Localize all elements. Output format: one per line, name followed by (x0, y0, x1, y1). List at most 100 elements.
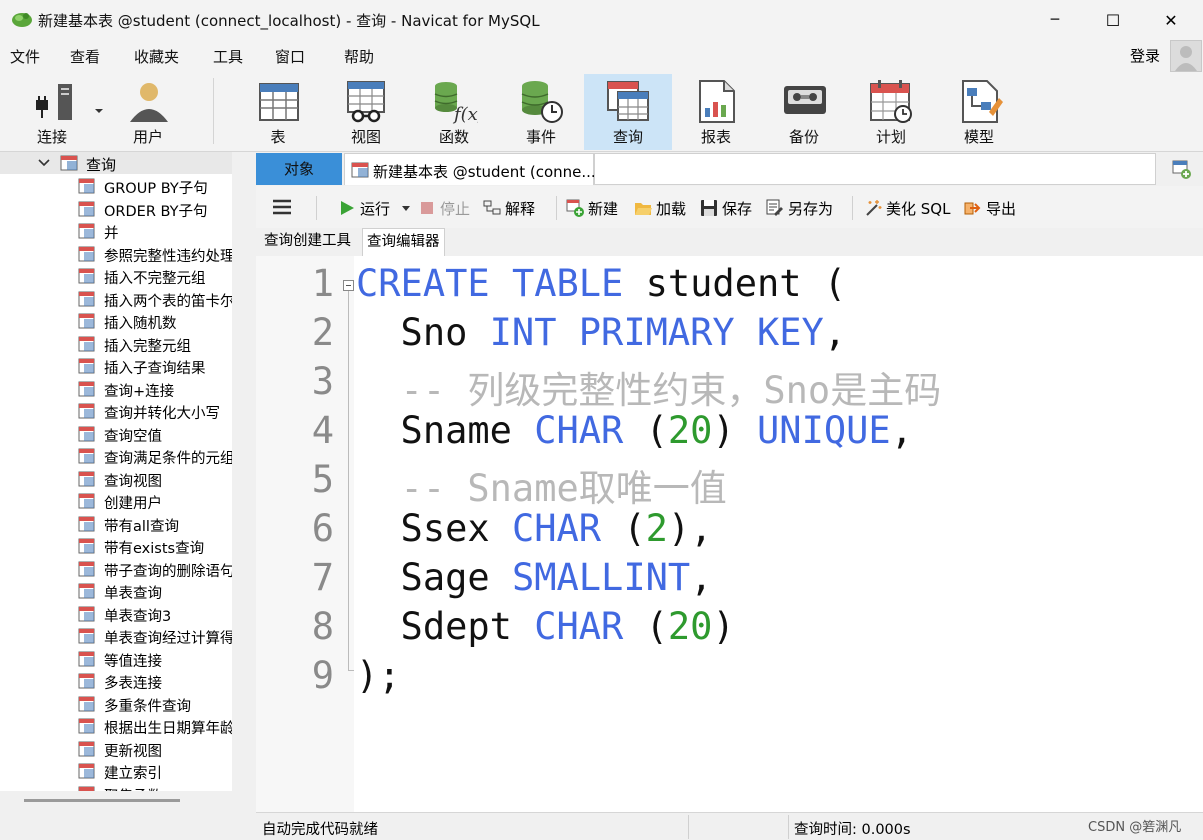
tree-item-query[interactable]: 单表查询 (78, 580, 232, 602)
tree-item-query[interactable]: 建立索引 (78, 760, 232, 782)
stop-button[interactable]: 停止 (418, 198, 478, 218)
tool-function[interactable]: f(x) 函数 (410, 74, 498, 150)
menu-favorites[interactable]: 收藏夹 (134, 46, 179, 67)
maximize-button[interactable]: ☐ (1084, 0, 1142, 40)
tool-user[interactable]: 用户 (104, 74, 192, 150)
chevron-down-icon[interactable] (402, 206, 410, 211)
tree-item-query[interactable]: 参照完整性违约处理 (78, 243, 232, 265)
code-line[interactable]: 7 Sage SMALLINT, (256, 556, 1203, 605)
event-icon (521, 81, 563, 123)
subtab-query-builder[interactable]: 查询创建工具 (260, 228, 355, 256)
query-icon (78, 606, 95, 621)
tree-item-query[interactable]: 查询并转化大小写 (78, 400, 232, 422)
tree-item-query[interactable]: 带有exists查询 (78, 535, 232, 557)
close-button[interactable]: ✕ (1142, 0, 1200, 40)
tool-label: 连接 (36, 128, 67, 146)
tree-item-query[interactable]: 等值连接 (78, 648, 232, 670)
menu-help[interactable]: 帮助 (344, 46, 374, 67)
menu-view[interactable]: 查看 (70, 46, 100, 67)
tool-backup[interactable]: 备份 (760, 74, 848, 150)
tree-item-query[interactable]: 单表查询经过计算得 (78, 625, 232, 647)
backup-icon (784, 86, 826, 114)
tree-item-query[interactable]: ORDER BY子句 (78, 198, 232, 220)
query-icon (78, 313, 95, 329)
tree-item-query[interactable]: GROUP BY子句 (78, 175, 232, 197)
tree-item-query[interactable]: 插入子查询结果 (78, 355, 232, 377)
query-icon (78, 223, 95, 239)
tab-objects[interactable]: 对象 (256, 153, 342, 185)
subtab-query-editor[interactable]: 查询编辑器 (362, 228, 445, 256)
tool-table[interactable]: 表 (234, 74, 322, 150)
save-as-label: 另存为 (788, 200, 834, 218)
tree-item-query[interactable]: 创建用户 (78, 490, 232, 512)
export-button[interactable]: 导出 (964, 198, 1028, 218)
tree-item-query[interactable]: 查询空值 (78, 423, 232, 445)
query-icon (78, 358, 95, 374)
tree-item-query[interactable]: 单表查询3 (78, 603, 232, 625)
sql-editor[interactable]: 1 CREATE TABLE student (2 Sno INT PRIMARY… (256, 256, 1203, 812)
menu-icon[interactable] (272, 199, 292, 215)
code-token: Ssex (356, 507, 512, 550)
explain-button[interactable]: 解释 (483, 198, 547, 218)
tree-item-query[interactable]: 聚集函数 (78, 783, 232, 791)
tool-model[interactable]: 模型 (935, 74, 1023, 150)
run-button[interactable]: 运行 (338, 198, 418, 218)
tree-item-query[interactable]: 插入两个表的笛卡尔积 (78, 288, 232, 310)
tree-item-query[interactable]: 查询+连接 (78, 378, 232, 400)
tab-query-document[interactable]: 新建基本表 @student (conne... (344, 153, 596, 185)
tool-schedule[interactable]: 计划 (847, 74, 935, 150)
menu-tools[interactable]: 工具 (213, 46, 243, 67)
tree-item-label: 参照完整性违约处理 (104, 248, 232, 265)
menu-window[interactable]: 窗口 (275, 46, 305, 67)
code-line[interactable]: 4 Sname CHAR (20) UNIQUE, (256, 409, 1203, 458)
tree-item-query[interactable]: 查询视图 (78, 468, 232, 490)
save-as-button[interactable]: 另存为 (766, 198, 846, 218)
tree-node-query-root[interactable]: 查询 (0, 152, 232, 174)
new-query-button[interactable]: 新建 (566, 198, 626, 218)
tree-item-query[interactable]: 插入不完整元组 (78, 265, 232, 287)
tree-item-query[interactable]: 带子查询的删除语句 (78, 558, 232, 580)
code-line[interactable]: 6 Ssex CHAR (2), (256, 507, 1203, 556)
new-tab-icon[interactable] (1170, 158, 1192, 180)
tree-item-label: 更新视图 (104, 743, 162, 760)
menu-file[interactable]: 文件 (10, 46, 40, 67)
code-line[interactable]: 1 CREATE TABLE student ( (256, 262, 1203, 311)
tool-query[interactable]: 查询 (584, 74, 672, 150)
tree-item-query[interactable]: 根据出生日期算年龄 (78, 715, 232, 737)
stop-label: 停止 (440, 200, 471, 218)
tree-item-query[interactable]: 并 (78, 220, 232, 242)
save-icon (701, 200, 717, 216)
sidebar-horizontal-scrollbar[interactable] (24, 799, 180, 802)
beautify-sql-button[interactable]: 美化 SQL (864, 198, 960, 218)
load-button[interactable]: 加载 (634, 198, 694, 218)
connect-icon (36, 84, 72, 120)
tree-item-query[interactable]: 带有all查询 (78, 513, 232, 535)
tool-report[interactable]: 报表 (672, 74, 760, 150)
save-button[interactable]: 保存 (700, 198, 760, 218)
tool-connect[interactable]: 连接 (12, 74, 103, 150)
login-link[interactable]: 登录 (1130, 45, 1160, 66)
tree-item-label: 查询视图 (104, 473, 162, 490)
tree-item-query[interactable]: 多表连接 (78, 670, 232, 692)
tree-item-query[interactable]: 插入完整元组 (78, 333, 232, 355)
code-token: PRIMARY (578, 311, 735, 354)
toolbar-separator (213, 78, 214, 144)
code-line[interactable]: 2 Sno INT PRIMARY KEY, (256, 311, 1203, 360)
tool-view[interactable]: 视图 (322, 74, 410, 150)
minimize-button[interactable]: ─ (1026, 0, 1084, 40)
chevron-down-icon[interactable] (38, 159, 50, 167)
tree-item-label: GROUP BY子句 (104, 181, 208, 197)
tree-item-query[interactable]: 更新视图 (78, 738, 232, 760)
avatar[interactable] (1170, 40, 1202, 72)
tree-item-query[interactable]: 查询满足条件的元组 (78, 445, 232, 467)
tree-item-query[interactable]: 多重条件查询 (78, 693, 232, 715)
chevron-down-icon[interactable] (94, 108, 104, 114)
code-line[interactable]: 9); (256, 654, 1203, 703)
code-line[interactable]: 8 Sdept CHAR (20) (256, 605, 1203, 654)
code-line[interactable]: 3 -- 列级完整性约束，Sno是主码 (256, 360, 1203, 412)
tool-event[interactable]: 事件 (497, 74, 585, 150)
code-line[interactable]: 5 -- Sname取唯一值 (256, 458, 1203, 510)
tree-item-query[interactable]: 插入随机数 (78, 310, 232, 332)
query-icon (60, 155, 78, 171)
